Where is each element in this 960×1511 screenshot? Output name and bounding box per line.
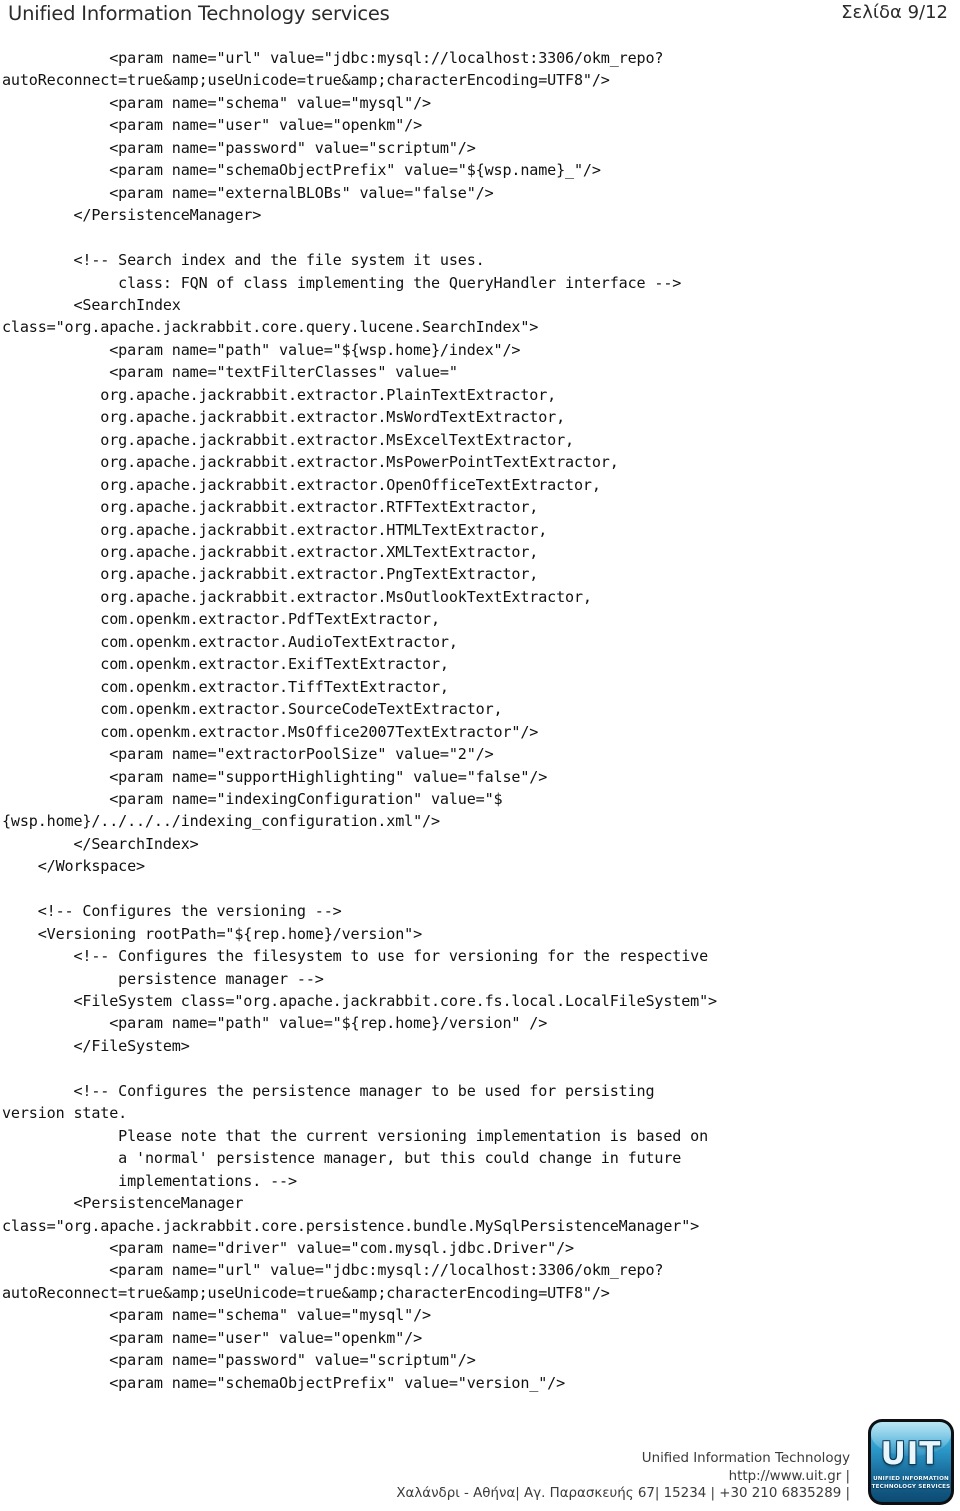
footer-website-link[interactable]: http://www.uit.gr | — [396, 1468, 850, 1486]
footer-company-name: Unified Information Technology — [641, 1451, 850, 1467]
page-footer: Unified Information Technology http://ww… — [0, 1411, 960, 1511]
logo-tagline: UNIFIED INFORMATION TECHNOLOGY SERVICES — [872, 1476, 951, 1490]
logo-frame: UIT UNIFIED INFORMATION TECHNOLOGY SERVI… — [868, 1419, 954, 1505]
uit-logo: UIT UNIFIED INFORMATION TECHNOLOGY SERVI… — [868, 1419, 954, 1505]
xml-configuration-code: <param name="url" value="jdbc:mysql://lo… — [2, 49, 717, 1392]
footer-address-line: Χαλάνδρι - Αθήνα| Αγ. Παρασκευής 67| 152… — [396, 1486, 850, 1502]
logo-tagline-line-1: UNIFIED INFORMATION — [873, 1476, 949, 1483]
page-header: Unified Information Technology services … — [0, 0, 960, 34]
page-header-title: Unified Information Technology services — [8, 2, 390, 25]
document-body: <param name="url" value="jdbc:mysql://lo… — [0, 47, 960, 1394]
logo-tagline-line-2: TECHNOLOGY SERVICES — [871, 1483, 951, 1490]
logo-wordmark: UIT — [880, 1436, 942, 1473]
logo-inner: UIT UNIFIED INFORMATION TECHNOLOGY SERVI… — [871, 1422, 951, 1502]
page-number-label: Σελίδα 9/12 — [841, 2, 948, 23]
footer-contact-block: Unified Information Technology http://ww… — [396, 1450, 850, 1503]
